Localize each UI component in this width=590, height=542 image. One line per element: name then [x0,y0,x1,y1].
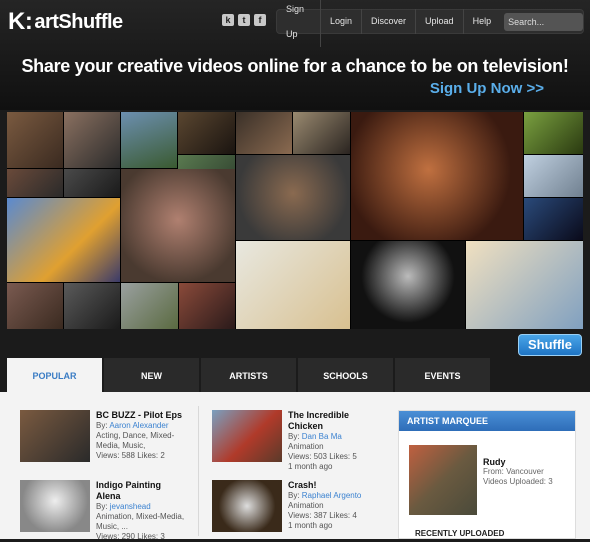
video-thumbnail[interactable] [20,410,90,462]
artist-avatar[interactable] [409,445,477,515]
logo-mark: K: [8,8,33,35]
video-title[interactable]: BC BUZZ - Pilot Eps [96,410,200,421]
video-tile[interactable] [524,112,583,154]
artist-name[interactable]: Rudy [483,457,553,467]
video-meta-line: Views: 503 Likes: 5 [288,452,357,461]
k-icon[interactable]: k [222,14,234,26]
list-item[interactable]: The Incredible Chicken By: Dan Ba Ma Ani… [212,410,392,471]
shuffle-button[interactable]: Shuffle [518,334,582,356]
video-tile[interactable] [64,112,120,168]
artist-location: From: Vancouver [483,467,544,476]
video-title[interactable]: Indigo Painting [96,480,200,491]
video-meta-line: 1 month ago [288,462,333,471]
video-meta-line: Media, Music, [96,441,146,450]
video-thumbnail[interactable] [212,410,282,462]
twitter-icon[interactable]: t [238,14,250,26]
tab-new[interactable]: NEW [104,358,199,392]
video-tile[interactable] [7,112,63,168]
video-mosaic [7,112,583,329]
video-thumbnail[interactable] [20,480,90,532]
by-label: By: [96,502,110,511]
search-input[interactable]: Search... [504,12,583,31]
nav-sign-up[interactable]: Sign Up [277,0,321,47]
tab-schools[interactable]: SCHOOLS [298,358,393,392]
author-link[interactable]: Aaron Alexander [109,421,168,430]
by-label: By: [96,421,110,430]
video-tile[interactable] [7,198,120,282]
nav-help[interactable]: Help [464,9,501,34]
list-item[interactable]: Crash! By: Raphael Argento Animation Vie… [212,480,392,536]
video-tile[interactable] [121,169,235,282]
video-title-line2[interactable]: Chicken [288,421,392,432]
video-meta-line: Acting, Dance, Mixed- [96,431,175,440]
video-meta-line: Views: 290 Likes: 3 [96,532,165,541]
video-meta-line: Animation [288,501,324,510]
tab-popular[interactable]: POPULAR [7,358,102,392]
video-title-line2[interactable]: Alena [96,491,200,502]
video-tile[interactable] [121,283,178,329]
video-tile[interactable] [466,241,583,329]
nav-login[interactable]: Login [321,9,363,34]
social-links: k t f [222,14,266,26]
facebook-icon[interactable]: f [254,14,266,26]
artist-upload-count: Videos Uploaded: 3 [483,477,553,486]
video-title[interactable]: Crash! [288,480,392,491]
video-meta-line: 1 month ago [288,521,333,530]
sign-up-now-link[interactable]: Sign Up Now >> [430,80,544,97]
video-title[interactable]: The Incredible [288,410,392,421]
tagline: Share your creative videos online for a … [21,56,569,76]
logo[interactable]: K: artShuffle [8,8,123,36]
video-tile[interactable] [351,241,465,329]
video-tile[interactable] [64,283,120,329]
tab-artists[interactable]: ARTISTS [201,358,296,392]
author-link[interactable]: Raphael Argento [302,491,362,500]
list-item[interactable]: Indigo Painting Alena By: jevanshead Ani… [20,480,200,541]
video-tile[interactable] [236,155,350,240]
video-tile[interactable] [64,169,120,197]
video-tile[interactable] [178,112,235,154]
video-meta-line: Views: 387 Likes: 4 [288,511,357,520]
author-link[interactable]: jevanshead [110,502,151,511]
nav-upload[interactable]: Upload [416,9,464,34]
column-divider [198,406,199,536]
video-tile[interactable] [179,283,235,329]
video-meta-line: Views: 588 Likes: 2 [96,451,165,460]
list-item[interactable]: BC BUZZ - Pilot Eps By: Aaron Alexander … [20,410,200,466]
nav-discover[interactable]: Discover [362,9,417,34]
video-tile[interactable] [351,112,523,240]
recently-uploaded-heading: RECENTLY UPLOADED [415,529,505,538]
video-tile[interactable] [524,155,583,197]
by-label: By: [288,491,302,500]
by-label: By: [288,432,302,441]
artist-marquee: ARTIST MARQUEE Rudy From: Vancouver Vide… [398,410,576,539]
video-meta-line: Animation [288,442,324,451]
video-meta-line: Music, ... [96,522,129,531]
site-header: K: artShuffle k t f Sign Up Login Discov… [0,0,590,110]
author-link[interactable]: Dan Ba Ma [302,432,342,441]
video-meta-line: Animation, Mixed-Media, [96,512,185,521]
video-thumbnail[interactable] [212,480,282,532]
content-tabs: POPULAR NEW ARTISTS SCHOOLS EVENTS [7,358,492,392]
top-nav: Sign Up Login Discover Upload Help Searc… [276,0,584,47]
video-tile[interactable] [236,112,292,154]
video-tile[interactable] [293,112,350,154]
video-tile[interactable] [524,198,583,240]
tab-events[interactable]: EVENTS [395,358,490,392]
video-tile[interactable] [7,169,63,197]
logo-name: artShuffle [34,10,123,33]
video-tile[interactable] [7,283,63,329]
marquee-heading: ARTIST MARQUEE [399,411,575,431]
video-tile[interactable] [236,241,350,329]
video-tile[interactable] [121,112,177,168]
